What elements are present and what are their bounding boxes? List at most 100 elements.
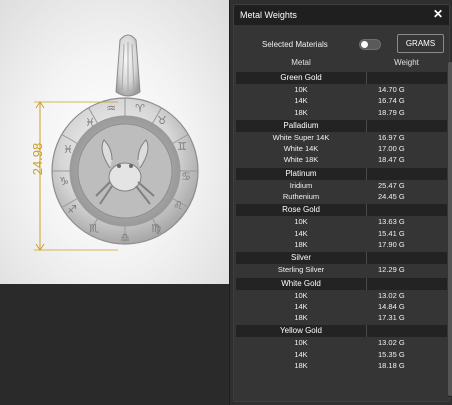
group-header: Green Gold (236, 72, 447, 84)
weight-cell: 18.79 G (378, 107, 405, 117)
table-header: Metal Weight (236, 58, 447, 70)
group-header-spacer (366, 277, 447, 290)
table-row: 10K 14.70 G (236, 84, 447, 95)
selected-materials-label: Selected Materials (262, 40, 328, 49)
group-header-spacer (366, 72, 447, 84)
svg-text:♏: ♏ (89, 222, 99, 235)
table-row: Iridium 25.47 G (236, 180, 447, 191)
table-row: 14K 15.41 G (236, 228, 447, 239)
svg-text:♊: ♊ (177, 140, 187, 153)
table-row: 14K 16.74 G (236, 95, 447, 106)
column-header-metal: Metal (291, 58, 311, 67)
weights-table: Metal Weight Green Gold 10K 14.70 G 14K 16.7… (236, 58, 447, 371)
group-header: Rose Gold (236, 204, 447, 217)
weight-cell: 16.97 G (378, 132, 405, 142)
metal-cell: 10K (294, 217, 308, 227)
table-row: 10K 13.02 G (236, 290, 447, 301)
table-row: 18K 17.31 G (236, 312, 447, 323)
metal-cell: White Super 14K (272, 132, 330, 142)
group-header: Platinum (236, 167, 447, 180)
group-header-spacer (366, 252, 447, 265)
weight-cell: 15.41 G (378, 228, 405, 238)
table-row: 14K 15.35 G (236, 349, 447, 360)
panel-titlebar[interactable]: Metal Weights ✕ (234, 5, 449, 25)
svg-text:♎: ♎ (120, 231, 130, 244)
metal-cell: Sterling Silver (277, 265, 325, 275)
group-header-spacer (366, 204, 447, 217)
toggle-knob (361, 41, 368, 48)
unit-grams-button[interactable]: GRAMS (397, 34, 444, 53)
pendant-render[interactable]: ♒ ♈ ♉ ♊ ♋ ♌ ♍ ♎ ♏ ♐ ♑ ♓ ♓ 24.98 (0, 0, 229, 284)
group-name: White Gold (281, 278, 321, 288)
viewport-empty-area (0, 284, 229, 405)
dimension-label: 24.98 (30, 142, 45, 176)
table-row: 18K 17.90 G (236, 239, 447, 250)
table-row: 14K 14.84 G (236, 301, 447, 312)
group-header: Palladium (236, 119, 447, 132)
group-header: Silver (236, 252, 447, 265)
group-name: Platinum (285, 168, 317, 178)
weight-cell: 15.35 G (378, 349, 405, 359)
weight-cell: 17.90 G (378, 239, 405, 249)
scrollbar-thumb[interactable] (448, 62, 452, 396)
close-icon[interactable]: ✕ (433, 7, 443, 21)
table-row: 18K 18.79 G (236, 107, 447, 118)
metal-cell: 18K (294, 107, 308, 117)
metal-cell: 18K (294, 361, 308, 371)
svg-text:♓: ♓ (85, 116, 95, 129)
weight-cell: 12.29 G (378, 265, 405, 275)
weight-cell: 13.02 G (378, 338, 405, 348)
table-body: Green Gold 10K 14.70 G 14K 16.74 G 18K 18.79 G… (236, 72, 447, 371)
metal-cell: Ruthenium (282, 192, 320, 202)
weight-cell: 13.02 G (378, 290, 405, 300)
svg-text:♒: ♒ (106, 102, 116, 115)
table-row: White Super 14K 16.97 G (236, 132, 447, 143)
metal-cell: 10K (294, 338, 308, 348)
weight-cell: 14.70 G (378, 85, 405, 94)
panel-controls: Selected Materials GRAMS (234, 31, 449, 55)
table-row: Sterling Silver 12.29 G (236, 264, 447, 275)
metal-cell: 18K (294, 313, 308, 323)
svg-text:♐: ♐ (67, 203, 77, 216)
group-name: Yellow Gold (280, 326, 322, 336)
group-name: Rose Gold (282, 205, 320, 215)
metal-weights-dialog: Metal Weights ✕ Selected Materials GRAMS… (233, 4, 450, 402)
weight-cell: 24.45 G (378, 192, 405, 202)
metal-cell: 18K (294, 239, 308, 249)
table-row: 10K 13.63 G (236, 216, 447, 227)
svg-text:♉: ♉ (157, 114, 167, 127)
weight-cell: 17.00 G (378, 144, 405, 154)
metal-cell: 10K (294, 290, 308, 300)
metal-cell: White 18K (283, 155, 319, 165)
metal-cell: White 14K (283, 144, 319, 154)
3d-viewport[interactable]: ♒ ♈ ♉ ♊ ♋ ♌ ♍ ♎ ♏ ♐ ♑ ♓ ♓ 24.98 (0, 0, 229, 405)
metal-cell: 14K (294, 301, 308, 311)
svg-text:♓: ♓ (63, 143, 73, 156)
group-name: Palladium (283, 120, 319, 130)
weight-cell: 18.18 G (378, 361, 405, 371)
metal-cell: 10K (294, 85, 308, 94)
svg-text:♋: ♋ (181, 170, 191, 183)
metal-cell: 14K (294, 228, 308, 238)
table-row: White 14K 17.00 G (236, 143, 447, 154)
weight-cell: 25.47 G (378, 180, 405, 190)
group-name: Green Gold (280, 73, 322, 82)
weight-cell: 18.47 G (378, 155, 405, 165)
group-header: Yellow Gold (236, 325, 447, 338)
svg-text:♍: ♍ (151, 222, 161, 235)
group-header-spacer (366, 167, 447, 180)
weight-cell: 16.74 G (378, 96, 405, 106)
weight-cell: 13.63 G (378, 217, 405, 227)
svg-text:♑: ♑ (59, 175, 69, 188)
panel-scrollbar[interactable] (448, 62, 452, 397)
table-row: Ruthenium 24.45 G (236, 191, 447, 202)
weight-cell: 14.84 G (378, 301, 405, 311)
table-row: White 18K 18.47 G (236, 154, 447, 165)
selected-materials-toggle[interactable] (359, 39, 381, 50)
metal-cell: 14K (294, 96, 308, 106)
group-name: Silver (290, 253, 311, 263)
group-header: White Gold (236, 277, 447, 290)
panel-title: Metal Weights (240, 10, 297, 20)
svg-text:♈: ♈ (135, 102, 145, 115)
table-row: 10K 13.02 G (236, 337, 447, 348)
